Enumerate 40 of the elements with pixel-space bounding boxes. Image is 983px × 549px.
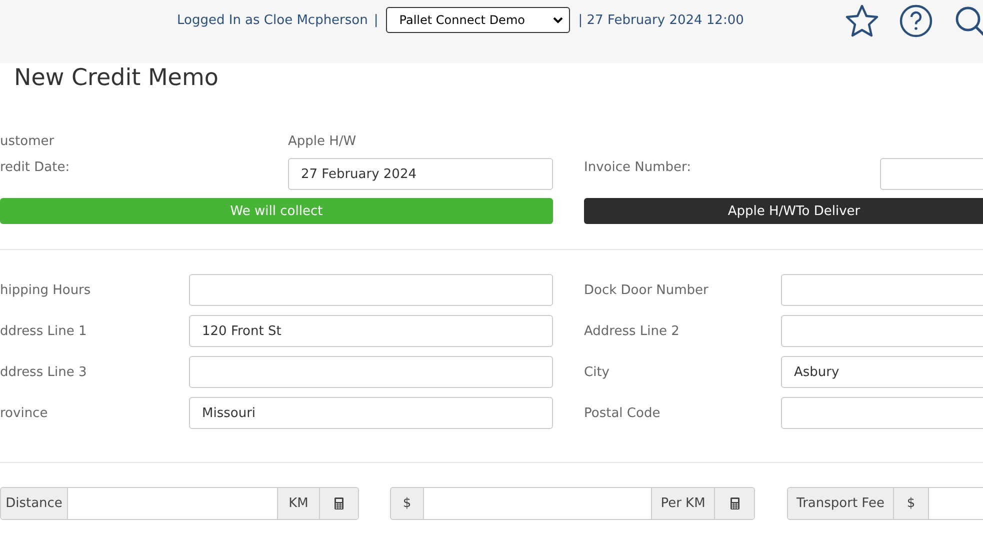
field-label: City [584, 364, 610, 380]
delivery-button[interactable]: Apple H/WTo Deliver [584, 198, 983, 224]
logged-in-text: Logged In as Cloe Mcpherson [177, 12, 368, 28]
field-label: redit Date: [0, 160, 71, 175]
text-field[interactable] [781, 397, 983, 429]
field-label: ddress Line 1 [0, 324, 88, 338]
field-label: hipping Hours [0, 282, 92, 298]
text-field[interactable] [189, 356, 553, 388]
chevron-icon [553, 16, 564, 24]
field-label: Invoice Number: [584, 160, 692, 175]
text-field[interactable] [880, 158, 983, 190]
help-icon[interactable] [899, 4, 933, 38]
date-field[interactable]: 27 February 2024 [288, 158, 553, 190]
field-label: ddress Line 3 [0, 364, 88, 380]
separator-text: | [374, 12, 378, 28]
datetime-text: | 27 February 2024 12:00 [578, 12, 744, 28]
unit-label: $ [391, 488, 424, 519]
company-select[interactable]: Pallet Connect Demo [386, 7, 570, 33]
text-field[interactable]: Missouri [189, 397, 553, 429]
unit-label: KM [278, 488, 320, 519]
unit-label: Transport Fee [788, 488, 894, 519]
text-field[interactable]: Asbury [781, 356, 983, 388]
field-label: ustomer [0, 134, 56, 148]
search-icon[interactable] [953, 4, 983, 38]
field-label: rovince [0, 406, 49, 420]
unit-label: Distance [1, 488, 68, 519]
text-field[interactable] [781, 274, 983, 306]
text-field[interactable] [189, 274, 553, 306]
field-label: Dock Door Number [584, 282, 710, 298]
field-label: Address Line 2 [584, 324, 680, 338]
calculator-icon [730, 497, 740, 510]
customer-value: Apple H/W [288, 134, 356, 148]
text-field[interactable] [781, 315, 983, 347]
field-label: Postal Code [584, 406, 662, 420]
text-field[interactable]: 120 Front St [189, 315, 553, 347]
unit-label: Per KM [652, 488, 715, 519]
page-title: New Credit Memo [14, 65, 220, 93]
calculator-icon [334, 497, 344, 510]
unit-label: $ [894, 488, 929, 519]
star-icon[interactable] [845, 4, 879, 38]
